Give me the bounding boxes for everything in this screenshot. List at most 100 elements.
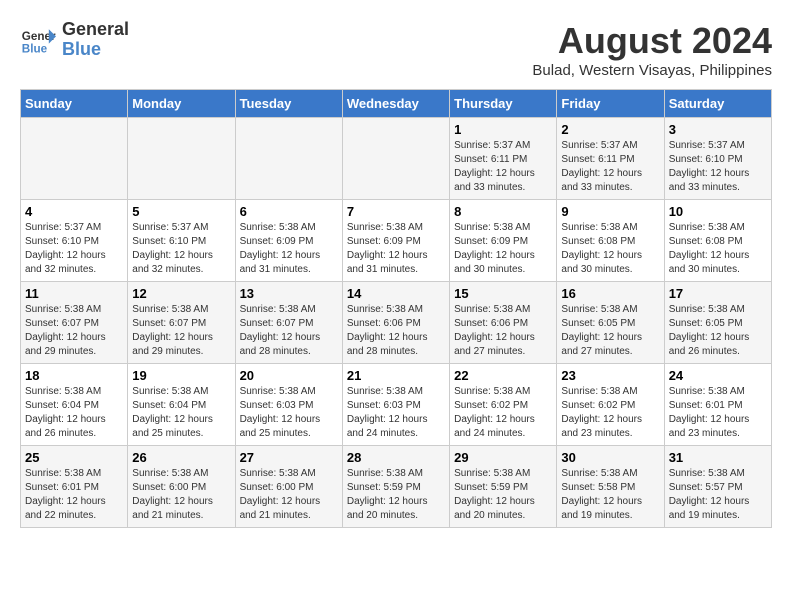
day-info: Sunrise: 5:38 AMSunset: 6:02 PMDaylight:… <box>454 385 552 441</box>
day-info: Sunrise: 5:38 AMSunset: 6:09 PMDaylight:… <box>454 221 552 277</box>
day-header-sunday: Sunday <box>21 90 128 118</box>
day-info: Sunrise: 5:37 AMSunset: 6:10 PMDaylight:… <box>25 221 123 277</box>
day-number: 17 <box>669 286 767 301</box>
calendar-cell: 1 Sunrise: 5:37 AMSunset: 6:11 PMDaylight… <box>450 118 557 200</box>
day-number: 24 <box>669 368 767 383</box>
day-info: Sunrise: 5:37 AMSunset: 6:10 PMDaylight:… <box>132 221 230 277</box>
day-number: 5 <box>132 204 230 219</box>
day-info: Sunrise: 5:37 AMSunset: 6:11 PMDaylight:… <box>454 139 552 195</box>
calendar-week-1: 1 Sunrise: 5:37 AMSunset: 6:11 PMDaylight… <box>21 118 772 200</box>
calendar-week-5: 25 Sunrise: 5:38 AMSunset: 6:01 PMDayligh… <box>21 446 772 528</box>
calendar-cell: 31 Sunrise: 5:38 AMSunset: 5:57 PMDayligh… <box>664 446 771 528</box>
calendar-cell <box>342 118 449 200</box>
day-number: 23 <box>561 368 659 383</box>
day-number: 30 <box>561 450 659 465</box>
day-info: Sunrise: 5:38 AMSunset: 6:02 PMDaylight:… <box>561 385 659 441</box>
calendar-cell: 24 Sunrise: 5:38 AMSunset: 6:01 PMDayligh… <box>664 364 771 446</box>
calendar-cell: 5 Sunrise: 5:37 AMSunset: 6:10 PMDaylight… <box>128 200 235 282</box>
day-number: 15 <box>454 286 552 301</box>
day-number: 14 <box>347 286 445 301</box>
day-number: 25 <box>25 450 123 465</box>
day-number: 21 <box>347 368 445 383</box>
day-info: Sunrise: 5:37 AMSunset: 6:10 PMDaylight:… <box>669 139 767 195</box>
calendar-cell: 8 Sunrise: 5:38 AMSunset: 6:09 PMDaylight… <box>450 200 557 282</box>
svg-text:Blue: Blue <box>22 42 48 55</box>
logo: General Blue General Blue <box>20 20 129 60</box>
calendar-cell: 25 Sunrise: 5:38 AMSunset: 6:01 PMDayligh… <box>21 446 128 528</box>
calendar-cell: 9Sunrise: 5:38 AMSunset: 6:08 PMDaylight… <box>557 200 664 282</box>
day-number: 26 <box>132 450 230 465</box>
day-number: 22 <box>454 368 552 383</box>
day-header-thursday: Thursday <box>450 90 557 118</box>
page-header: General Blue General Blue August 2024 Bu… <box>20 20 772 79</box>
day-info: Sunrise: 5:38 AMSunset: 6:05 PMDaylight:… <box>561 303 659 359</box>
day-info: Sunrise: 5:38 AMSunset: 6:08 PMDaylight:… <box>669 221 767 277</box>
calendar-cell: 30Sunrise: 5:38 AMSunset: 5:58 PMDayligh… <box>557 446 664 528</box>
day-info: Sunrise: 5:38 AMSunset: 6:04 PMDaylight:… <box>25 385 123 441</box>
calendar-cell: 28Sunrise: 5:38 AMSunset: 5:59 PMDayligh… <box>342 446 449 528</box>
day-number: 28 <box>347 450 445 465</box>
day-number: 16 <box>561 286 659 301</box>
day-info: Sunrise: 5:38 AMSunset: 5:57 PMDaylight:… <box>669 467 767 523</box>
calendar-cell: 4 Sunrise: 5:37 AMSunset: 6:10 PMDaylight… <box>21 200 128 282</box>
calendar-cell: 17 Sunrise: 5:38 AMSunset: 6:05 PMDayligh… <box>664 282 771 364</box>
location: Bulad, Western Visayas, Philippines <box>532 62 772 79</box>
day-number: 20 <box>240 368 338 383</box>
day-info: Sunrise: 5:38 AMSunset: 6:01 PMDaylight:… <box>25 467 123 523</box>
calendar-table: SundayMondayTuesdayWednesdayThursdayFrid… <box>20 89 772 528</box>
day-info: Sunrise: 5:38 AMSunset: 6:03 PMDaylight:… <box>240 385 338 441</box>
day-number: 3 <box>669 122 767 137</box>
calendar-cell: 29Sunrise: 5:38 AMSunset: 5:59 PMDayligh… <box>450 446 557 528</box>
day-number: 31 <box>669 450 767 465</box>
calendar-cell: 7Sunrise: 5:38 AMSunset: 6:09 PMDaylight… <box>342 200 449 282</box>
day-info: Sunrise: 5:38 AMSunset: 6:01 PMDaylight:… <box>669 385 767 441</box>
calendar-cell: 15 Sunrise: 5:38 AMSunset: 6:06 PMDayligh… <box>450 282 557 364</box>
day-info: Sunrise: 5:38 AMSunset: 6:05 PMDaylight:… <box>669 303 767 359</box>
day-header-friday: Friday <box>557 90 664 118</box>
calendar-cell: 19 Sunrise: 5:38 AMSunset: 6:04 PMDayligh… <box>128 364 235 446</box>
calendar-cell: 23 Sunrise: 5:38 AMSunset: 6:02 PMDayligh… <box>557 364 664 446</box>
calendar-cell: 16 Sunrise: 5:38 AMSunset: 6:05 PMDayligh… <box>557 282 664 364</box>
calendar-cell <box>21 118 128 200</box>
calendar-header-row: SundayMondayTuesdayWednesdayThursdayFrid… <box>21 90 772 118</box>
day-number: 2 <box>561 122 659 137</box>
day-number: 6 <box>240 204 338 219</box>
day-info: Sunrise: 5:38 AMSunset: 6:00 PMDaylight:… <box>240 467 338 523</box>
calendar-cell <box>128 118 235 200</box>
day-info: Sunrise: 5:38 AMSunset: 6:03 PMDaylight:… <box>347 385 445 441</box>
title-block: August 2024 Bulad, Western Visayas, Phil… <box>532 20 772 79</box>
calendar-cell: 3 Sunrise: 5:37 AMSunset: 6:10 PMDaylight… <box>664 118 771 200</box>
day-info: Sunrise: 5:38 AMSunset: 6:04 PMDaylight:… <box>132 385 230 441</box>
calendar-cell: 11 Sunrise: 5:38 AMSunset: 6:07 PMDayligh… <box>21 282 128 364</box>
day-header-tuesday: Tuesday <box>235 90 342 118</box>
calendar-cell: 22 Sunrise: 5:38 AMSunset: 6:02 PMDayligh… <box>450 364 557 446</box>
day-number: 8 <box>454 204 552 219</box>
month-year: August 2024 <box>532 20 772 62</box>
day-info: Sunrise: 5:38 AMSunset: 6:06 PMDaylight:… <box>347 303 445 359</box>
day-info: Sunrise: 5:37 AMSunset: 6:11 PMDaylight:… <box>561 139 659 195</box>
day-number: 7 <box>347 204 445 219</box>
calendar-cell: 18 Sunrise: 5:38 AMSunset: 6:04 PMDayligh… <box>21 364 128 446</box>
calendar-cell: 6 Sunrise: 5:38 AMSunset: 6:09 PMDaylight… <box>235 200 342 282</box>
day-info: Sunrise: 5:38 AMSunset: 6:06 PMDaylight:… <box>454 303 552 359</box>
day-number: 18 <box>25 368 123 383</box>
day-header-saturday: Saturday <box>664 90 771 118</box>
day-info: Sunrise: 5:38 AMSunset: 6:07 PMDaylight:… <box>25 303 123 359</box>
day-number: 19 <box>132 368 230 383</box>
day-number: 27 <box>240 450 338 465</box>
day-info: Sunrise: 5:38 AMSunset: 6:09 PMDaylight:… <box>240 221 338 277</box>
calendar-cell <box>235 118 342 200</box>
day-info: Sunrise: 5:38 AMSunset: 5:59 PMDaylight:… <box>454 467 552 523</box>
day-number: 1 <box>454 122 552 137</box>
day-info: Sunrise: 5:38 AMSunset: 6:08 PMDaylight:… <box>561 221 659 277</box>
calendar-cell: 27 Sunrise: 5:38 AMSunset: 6:00 PMDayligh… <box>235 446 342 528</box>
calendar-week-4: 18 Sunrise: 5:38 AMSunset: 6:04 PMDayligh… <box>21 364 772 446</box>
day-header-wednesday: Wednesday <box>342 90 449 118</box>
calendar-cell: 26Sunrise: 5:38 AMSunset: 6:00 PMDayligh… <box>128 446 235 528</box>
day-number: 4 <box>25 204 123 219</box>
day-number: 11 <box>25 286 123 301</box>
calendar-cell: 12Sunrise: 5:38 AMSunset: 6:07 PMDayligh… <box>128 282 235 364</box>
calendar-cell: 2 Sunrise: 5:37 AMSunset: 6:11 PMDaylight… <box>557 118 664 200</box>
logo-icon: General Blue <box>20 22 56 58</box>
day-number: 12 <box>132 286 230 301</box>
